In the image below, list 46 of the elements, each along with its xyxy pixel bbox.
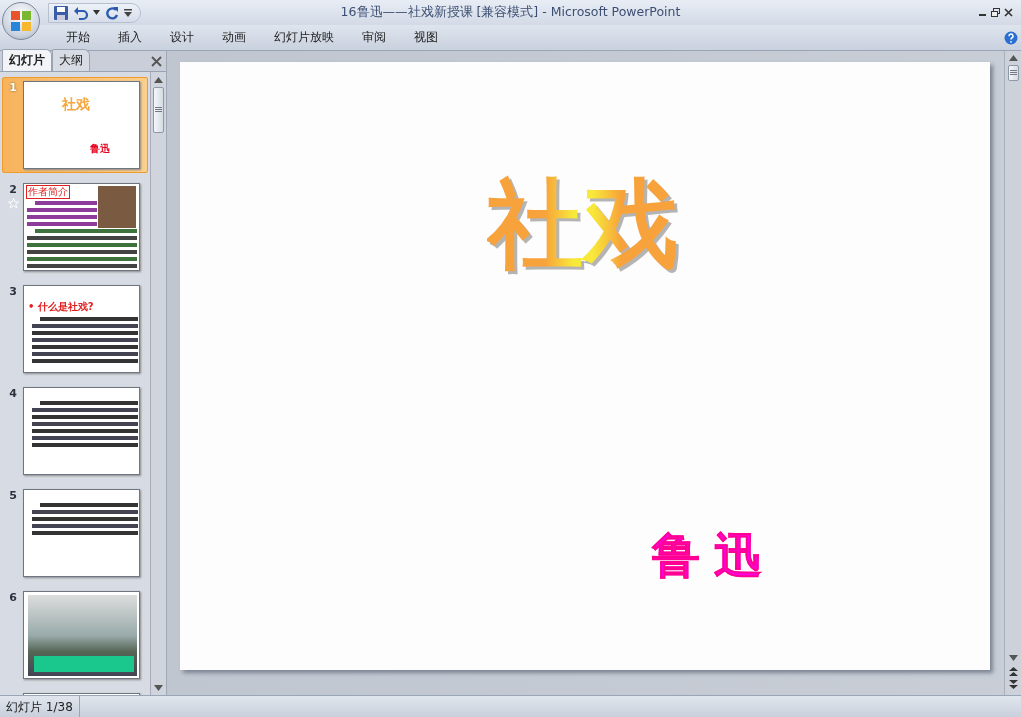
- thumbnail-title: 社戏: [62, 96, 90, 114]
- save-icon[interactable]: [53, 4, 69, 21]
- slide-thumbnail-item[interactable]: 6: [2, 587, 148, 683]
- thumbnail-title: 作者简介: [26, 185, 70, 199]
- restore-icon[interactable]: [991, 8, 1000, 17]
- previous-slide-icon[interactable]: [1008, 667, 1018, 676]
- ribbon-tab[interactable]: 开始: [52, 25, 104, 50]
- slide-number: 1: [9, 81, 17, 94]
- slide-number: 6: [9, 591, 17, 604]
- scroll-down-icon[interactable]: [1008, 655, 1018, 661]
- window-title: 16鲁迅——社戏新授课 [兼容模式] - Microsoft PowerPoint: [340, 4, 681, 19]
- close-icon[interactable]: [1004, 8, 1013, 17]
- help-icon[interactable]: [1004, 30, 1018, 45]
- customize-icon[interactable]: [124, 8, 132, 17]
- panel-tab[interactable]: 幻灯片: [2, 49, 52, 71]
- office-logo-icon: [10, 10, 32, 32]
- slide-thumbnail-item[interactable]: 2 作者简介: [2, 179, 148, 275]
- scrollbar-thumb[interactable]: [153, 87, 164, 133]
- ribbon-tab[interactable]: 视图: [400, 25, 452, 50]
- scroll-down-icon[interactable]: [154, 685, 163, 691]
- ribbon-tab[interactable]: 设计: [156, 25, 208, 50]
- scrollbar-thumb[interactable]: [1007, 65, 1019, 81]
- photo-placeholder: [98, 186, 136, 228]
- slide-thumbnail-item[interactable]: 1 社戏 鲁迅: [2, 77, 148, 173]
- slide-number: 3: [9, 285, 17, 298]
- slide-thumbnail-item[interactable]: 5: [2, 485, 148, 581]
- thumbnail-title: • 什么是社戏?: [28, 300, 94, 314]
- next-slide-icon[interactable]: [1008, 680, 1018, 689]
- caret-icon[interactable]: [93, 10, 100, 15]
- status-text: 幻灯片 1/38: [0, 696, 80, 717]
- redo-icon[interactable]: [104, 4, 120, 21]
- scroll-up-icon[interactable]: [154, 77, 163, 83]
- slide-thumbnail-item[interactable]: 3 • 什么是社戏?: [2, 281, 148, 377]
- slide-author: 鲁迅: [652, 526, 776, 585]
- thumbnail-author: 鲁迅: [90, 142, 110, 156]
- panel-tab[interactable]: 大纲: [52, 49, 90, 71]
- ribbon-tab[interactable]: 审阅: [348, 25, 400, 50]
- ribbon-tab[interactable]: 插入: [104, 25, 156, 50]
- slide-number: 2: [9, 183, 17, 196]
- scroll-up-icon[interactable]: [1008, 55, 1018, 61]
- slide-number: 5: [9, 489, 17, 502]
- slide-thumbnail-item[interactable]: 4: [2, 383, 148, 479]
- close-icon[interactable]: [151, 55, 162, 67]
- slide-number: 4: [9, 387, 17, 400]
- ribbon-tab[interactable]: 幻灯片放映: [260, 25, 348, 50]
- ribbon-tab[interactable]: 动画: [208, 25, 260, 50]
